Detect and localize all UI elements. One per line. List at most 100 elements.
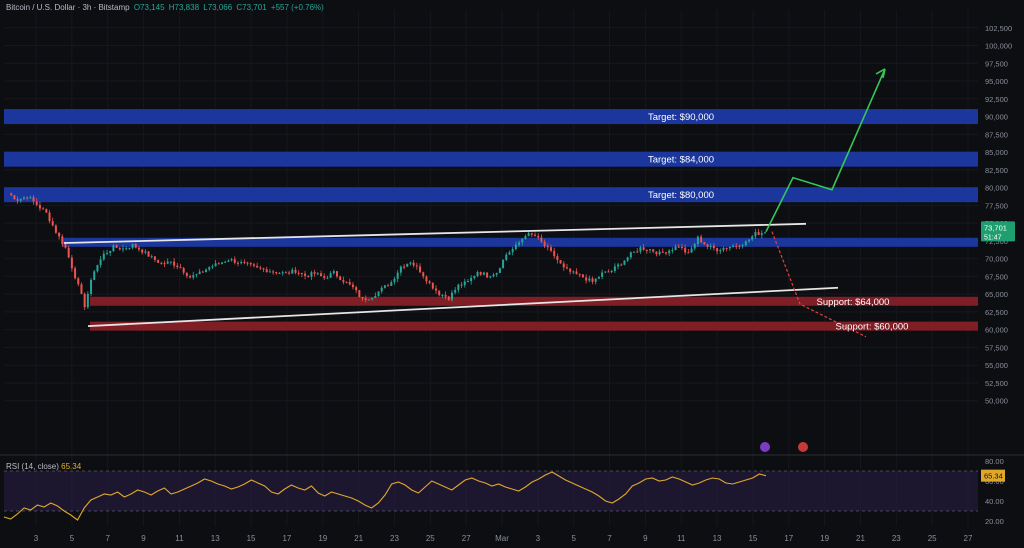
time-axis-label: 19 xyxy=(820,534,829,543)
time-axis-label: 17 xyxy=(282,534,291,543)
rsi-band xyxy=(4,471,978,511)
candle-body xyxy=(182,268,185,273)
candle-body xyxy=(112,245,115,252)
candle-body xyxy=(473,275,476,278)
candle-body xyxy=(393,278,396,283)
resistance-zone xyxy=(4,151,978,167)
candle-body xyxy=(482,272,485,275)
candle-body xyxy=(505,254,508,260)
candle-body xyxy=(169,261,172,263)
candle-body xyxy=(176,265,179,268)
candle-body xyxy=(447,296,450,300)
candle-body xyxy=(591,278,594,282)
candle-body xyxy=(633,251,636,253)
time-axis-label: 9 xyxy=(643,534,648,543)
resistance-zone xyxy=(4,109,978,125)
candle-body xyxy=(441,294,444,296)
candle-body xyxy=(185,272,188,276)
candle-body xyxy=(380,287,383,292)
flag-icon[interactable] xyxy=(798,442,808,452)
candle-body xyxy=(345,282,348,284)
candle-body xyxy=(137,247,140,250)
candle-body xyxy=(716,248,719,252)
time-axis-label: 5 xyxy=(70,534,75,543)
candle-body xyxy=(396,272,399,279)
price-axis-label: 62,500 xyxy=(985,308,1008,317)
candle-body xyxy=(163,263,166,265)
candle-body xyxy=(642,247,645,250)
candle-body xyxy=(428,281,431,283)
zone-label: Target: $90,000 xyxy=(648,112,714,123)
event-icon[interactable] xyxy=(760,442,770,452)
candle-body xyxy=(572,271,575,273)
candle-body xyxy=(649,249,652,251)
candle-body xyxy=(246,262,249,264)
candle-body xyxy=(748,239,751,242)
candle-body xyxy=(543,241,546,247)
candle-body xyxy=(479,272,482,275)
candle-body xyxy=(652,249,655,252)
candle-body xyxy=(147,251,150,257)
countdown-label: 51:47 xyxy=(984,234,1002,241)
candle-body xyxy=(696,236,699,244)
candle-body xyxy=(415,265,418,267)
candle-body xyxy=(99,259,102,266)
candle-body xyxy=(153,256,156,260)
candle-body xyxy=(422,272,425,277)
candle-body xyxy=(383,285,386,288)
candle-body xyxy=(144,251,147,253)
candle-body xyxy=(83,293,86,308)
candle-body xyxy=(323,276,326,278)
time-axis-label: 5 xyxy=(571,534,576,543)
candle-body xyxy=(706,244,709,247)
candle-body xyxy=(256,265,259,268)
time-axis-label: 15 xyxy=(748,534,757,543)
candle-body xyxy=(19,198,22,201)
time-axis-label: 21 xyxy=(354,534,363,543)
price-axis-label: 65,000 xyxy=(985,290,1008,299)
candle-body xyxy=(728,246,731,249)
price-axis-label: 77,500 xyxy=(985,201,1008,210)
candle-body xyxy=(281,272,284,274)
candle-body xyxy=(310,272,313,277)
candle-body xyxy=(332,271,335,274)
candle-body xyxy=(291,269,294,274)
candle-body xyxy=(45,209,48,213)
candle-body xyxy=(106,252,109,254)
candle-body xyxy=(671,250,674,252)
candle-body xyxy=(425,276,428,282)
candle-body xyxy=(61,236,64,244)
candle-body xyxy=(732,245,735,247)
candle-body xyxy=(655,251,658,255)
candle-body xyxy=(268,271,271,273)
candle-body xyxy=(118,247,121,250)
candle-body xyxy=(125,248,128,250)
candle-body xyxy=(431,282,434,289)
candle-body xyxy=(399,266,402,273)
candle-body xyxy=(540,237,543,242)
candle-body xyxy=(403,266,406,268)
candle-body xyxy=(361,296,364,299)
price-axis-label: 82,500 xyxy=(985,166,1008,175)
candle-body xyxy=(150,256,153,258)
price-axis-label: 55,000 xyxy=(985,361,1008,370)
price-chart[interactable]: Target: $90,000 Target: $84,000 Target: $8… xyxy=(0,0,1024,548)
candle-body xyxy=(604,271,607,273)
candle-body xyxy=(38,205,41,209)
candle-body xyxy=(364,298,367,301)
candle-body xyxy=(236,262,239,264)
candle-body xyxy=(546,246,549,248)
candle-body xyxy=(272,271,275,273)
candle-body xyxy=(709,245,712,247)
candle-body xyxy=(703,242,706,245)
candle-body xyxy=(470,277,473,282)
zone-label: Support: $60,000 xyxy=(836,322,909,333)
candle-body xyxy=(326,277,329,279)
time-axis-label: 3 xyxy=(34,534,39,543)
candle-body xyxy=(348,282,351,285)
candle-body xyxy=(121,248,124,250)
candle-body xyxy=(620,264,623,266)
candle-body xyxy=(80,284,83,294)
candle-body xyxy=(35,201,38,206)
time-axis-label: 11 xyxy=(677,534,686,543)
